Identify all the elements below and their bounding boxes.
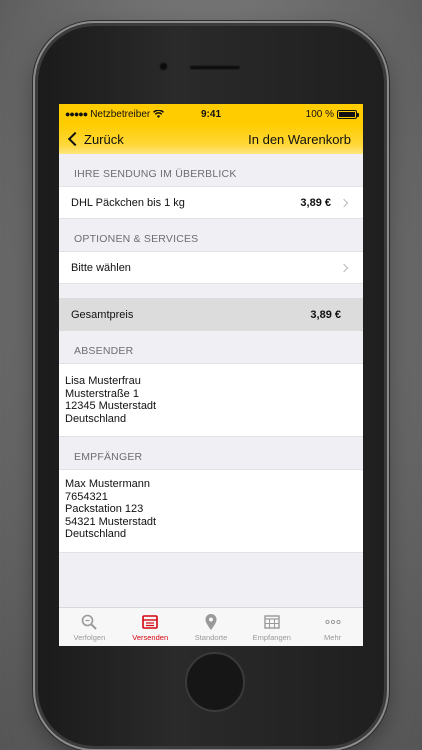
chevron-right-icon bbox=[339, 198, 349, 207]
overview-section-header: IHRE SENDUNG IM ÜBERBLICK bbox=[74, 168, 237, 180]
status-bar: ●●●●● Netzbetreiber 9:41 100 % bbox=[59, 104, 363, 124]
magnifier-icon bbox=[82, 614, 98, 630]
options-section-header: OPTIONEN & SERVICES bbox=[74, 233, 199, 245]
options-placeholder: Bitte wählen bbox=[71, 261, 131, 274]
recipient-section-header: EMPFÄNGER bbox=[74, 451, 143, 463]
recipient-line: Deutschland bbox=[65, 528, 127, 540]
package-send-icon bbox=[142, 615, 158, 629]
app-screen: ●●●●● Netzbetreiber 9:41 100 % Zurück In… bbox=[59, 104, 363, 646]
sender-line: Deutschland bbox=[65, 412, 127, 425]
tab-label: Verfolgen bbox=[73, 633, 106, 642]
phone-frame: ●●●●● Netzbetreiber 9:41 100 % Zurück In… bbox=[38, 26, 384, 746]
product-row[interactable]: DHL Päckchen bis 1 kg 3,89 € bbox=[59, 186, 363, 219]
battery-icon bbox=[337, 109, 359, 119]
back-button[interactable]: Zurück bbox=[67, 132, 124, 147]
sender-line: Lisa Musterfrau bbox=[65, 375, 141, 387]
tab-empfangen[interactable]: Empfangen bbox=[241, 608, 302, 646]
home-button[interactable] bbox=[185, 652, 245, 712]
back-label: Zurück bbox=[84, 131, 124, 147]
navigation-bar: Zurück In den Warenkorb bbox=[59, 124, 363, 154]
product-name: DHL Päckchen bis 1 kg bbox=[71, 196, 185, 209]
add-to-cart-button[interactable]: In den Warenkorb bbox=[248, 132, 351, 147]
tab-label: Mehr bbox=[324, 633, 342, 642]
total-row: Gesamtpreis 3,89 € bbox=[59, 298, 363, 331]
product-price: 3,89 € bbox=[300, 196, 331, 209]
chevron-left-icon bbox=[67, 131, 83, 147]
tab-label: Empfangen bbox=[252, 633, 291, 642]
total-label: Gesamtpreis bbox=[71, 308, 134, 321]
chevron-right-icon bbox=[339, 263, 349, 272]
recipient-line: Max Mustermann bbox=[65, 478, 150, 490]
recipient-line: 54321 Musterstadt bbox=[65, 515, 157, 528]
tab-label: Standorte bbox=[194, 633, 228, 642]
options-row[interactable]: Bitte wählen bbox=[59, 251, 363, 284]
recipient-line: Packstation 123 bbox=[65, 503, 144, 515]
earpiece-speaker bbox=[189, 65, 241, 70]
sender-line: 12345 Musterstadt bbox=[65, 400, 157, 412]
status-time: 9:41 bbox=[200, 108, 221, 120]
tab-mehr[interactable]: Mehr bbox=[302, 608, 363, 646]
recipient-address[interactable]: Max Mustermann 7654321 Packstation 123 5… bbox=[59, 469, 363, 553]
tab-label: Versenden bbox=[132, 633, 169, 642]
recipient-line: 7654321 bbox=[65, 490, 108, 503]
tab-standorte[interactable]: Standorte bbox=[181, 608, 242, 646]
sender-address[interactable]: Lisa Musterfrau Musterstraße 1 12345 Mus… bbox=[59, 363, 363, 437]
tab-verfolgen[interactable]: Verfolgen bbox=[59, 608, 120, 646]
sender-line: Musterstraße 1 bbox=[65, 387, 139, 400]
sender-section-header: ABSENDER bbox=[74, 345, 134, 357]
total-price: 3,89 € bbox=[310, 308, 341, 321]
location-pin-icon bbox=[205, 614, 217, 630]
more-dots-icon bbox=[324, 619, 341, 625]
tab-bar: Verfolgen Versenden Standorte Empfangen … bbox=[59, 607, 363, 646]
packstation-icon bbox=[264, 615, 280, 629]
front-camera bbox=[159, 62, 168, 71]
tab-versenden[interactable]: Versenden bbox=[120, 608, 181, 646]
